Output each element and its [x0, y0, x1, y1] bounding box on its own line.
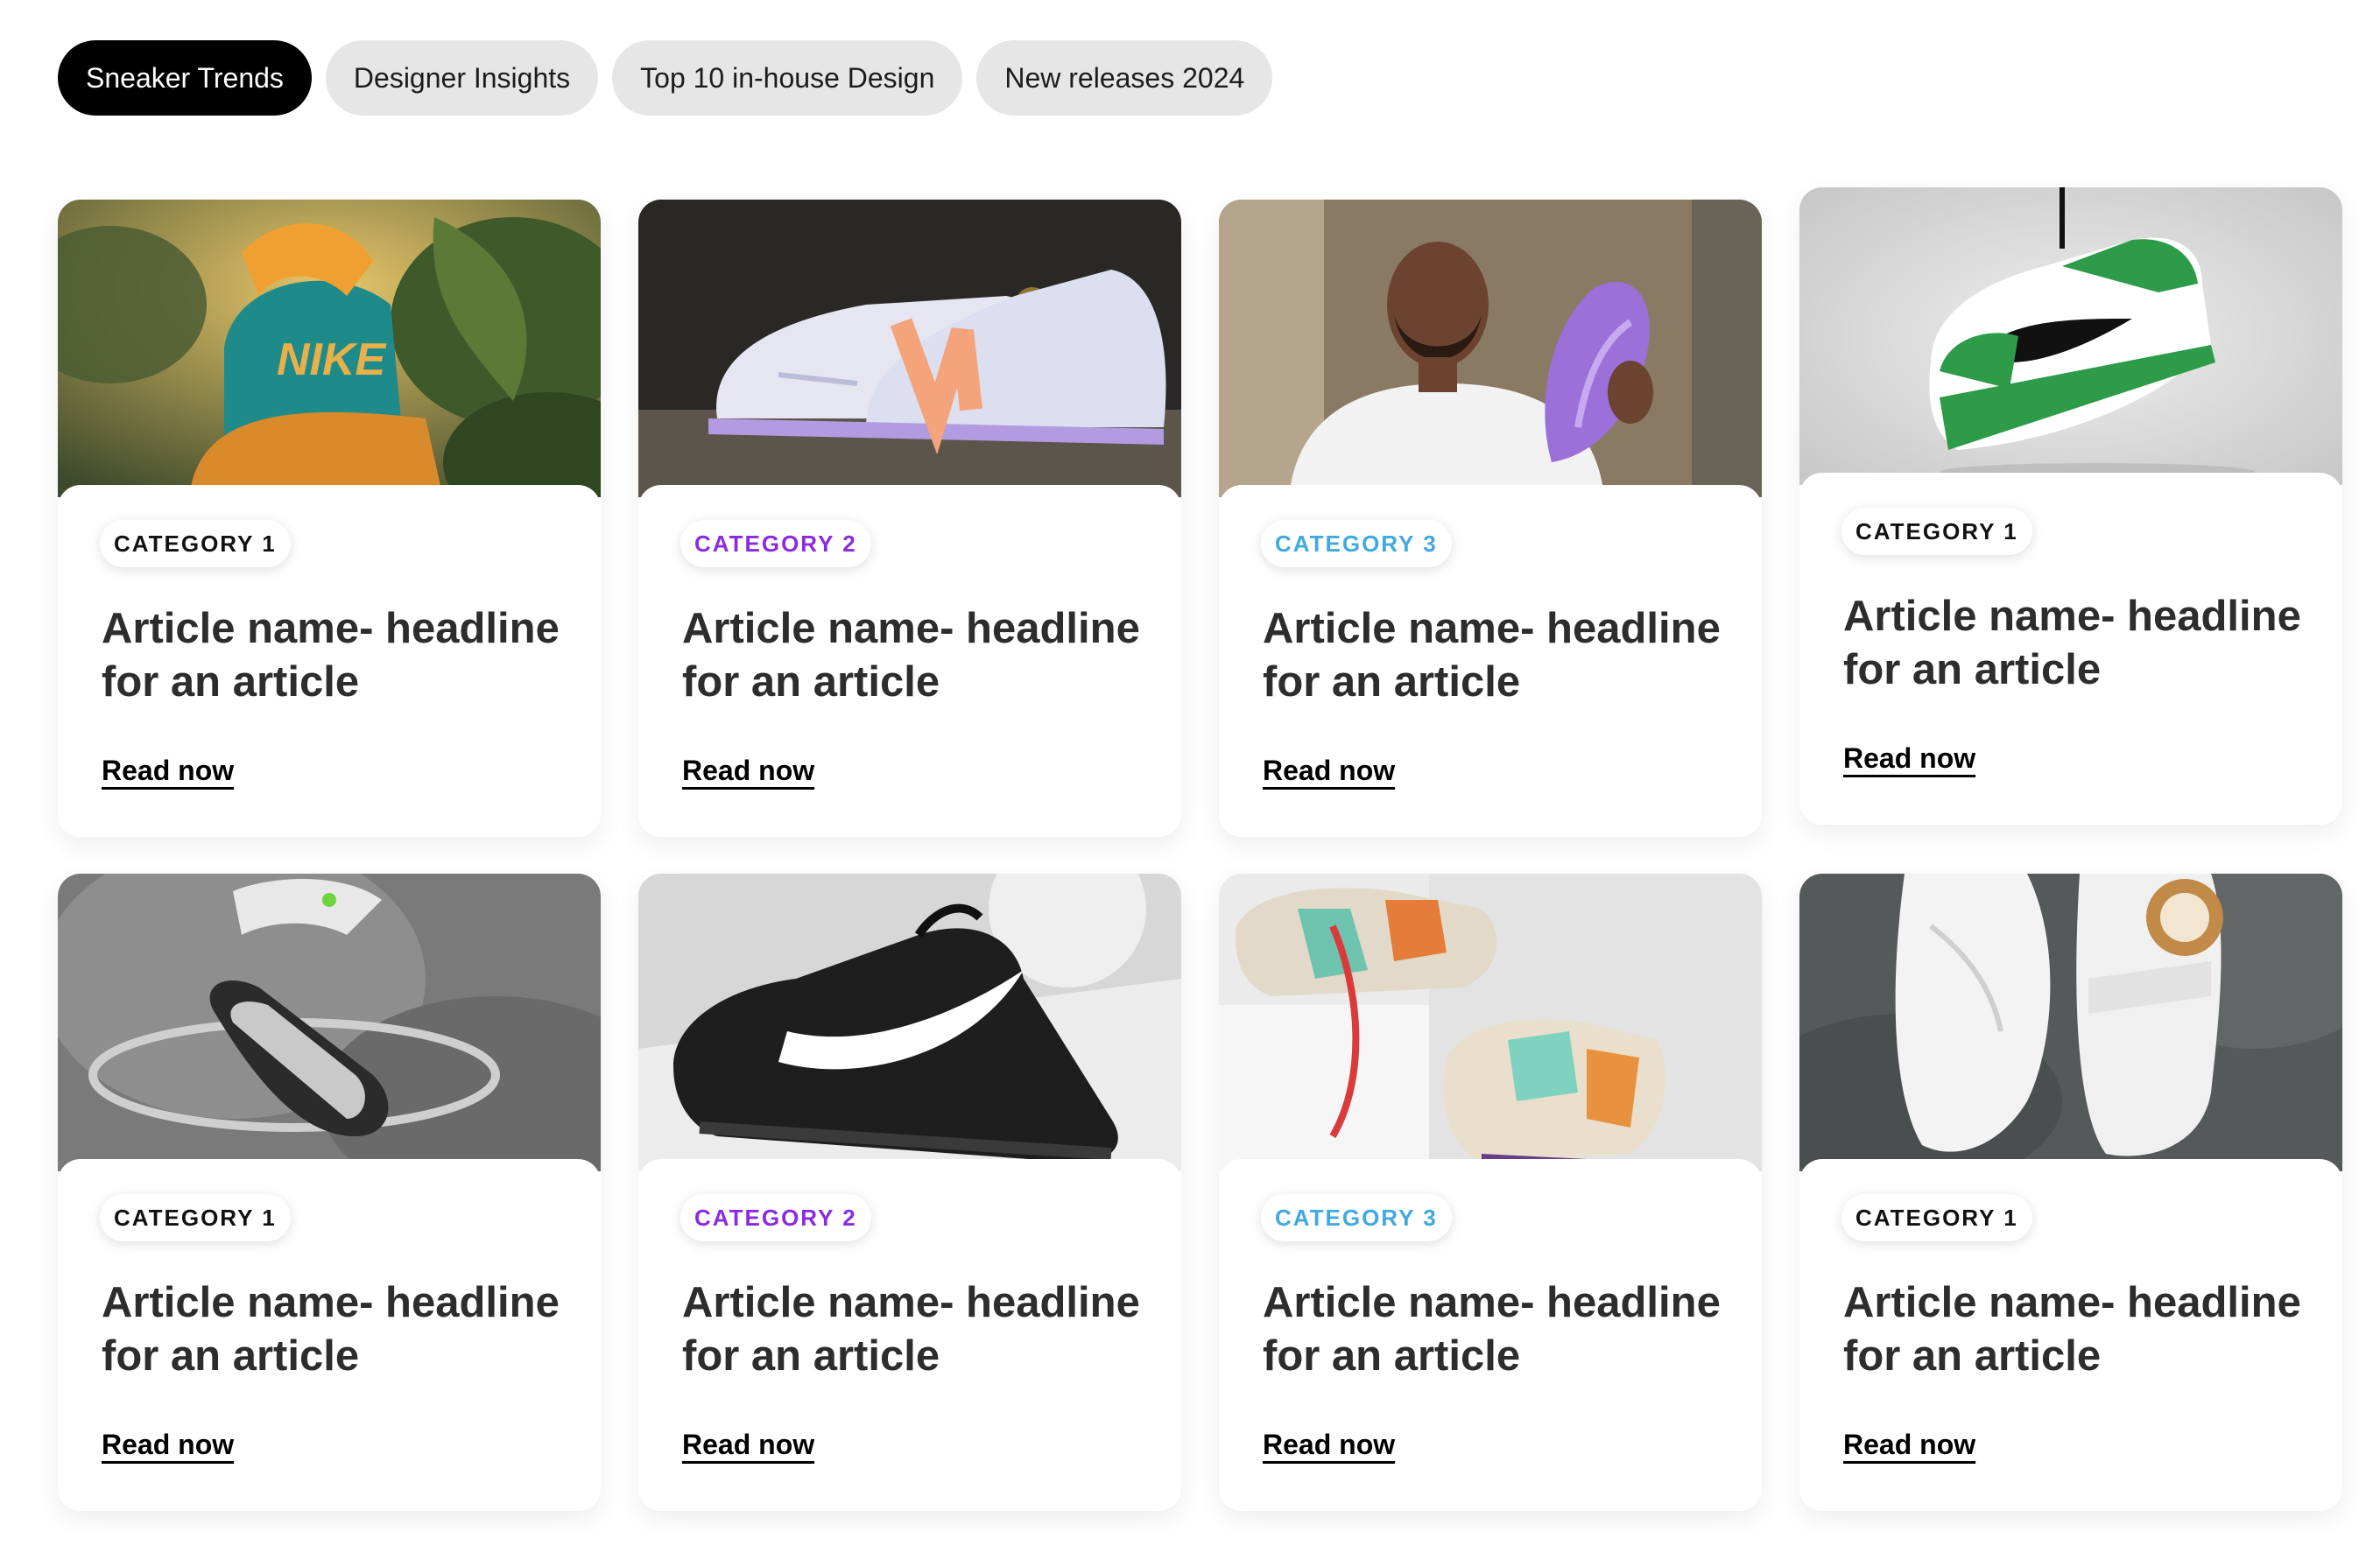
- article-card[interactable]: CATEGORY 1 Article name- headline for an…: [58, 874, 601, 1511]
- read-now-link[interactable]: Read now: [1263, 755, 1395, 787]
- read-now-link[interactable]: Read now: [102, 755, 234, 787]
- read-now-link[interactable]: Read now: [682, 1429, 814, 1461]
- category-label: CATEGORY 1: [1855, 1204, 2018, 1231]
- article-card-body: CATEGORY 2 Article name- headline for an…: [638, 1159, 1181, 1511]
- article-title: Article name- headline for an article: [1263, 1279, 1721, 1380]
- article-image: [638, 200, 1181, 497]
- article-image: [58, 874, 601, 1171]
- article-card[interactable]: CATEGORY 1 Article name- headline for an…: [1799, 187, 2342, 825]
- article-image: [638, 874, 1181, 1171]
- article-card[interactable]: CATEGORY 2 Article name- headline for an…: [638, 874, 1181, 1511]
- article-image: [1219, 200, 1762, 497]
- article-card-body: CATEGORY 1 Article name- headline for an…: [1799, 1159, 2342, 1511]
- article-card-body: CATEGORY 1 Article name- headline for an…: [58, 485, 601, 837]
- article-title: Article name- headline for an article: [682, 605, 1140, 706]
- category-label: CATEGORY 3: [1275, 1204, 1438, 1231]
- read-now-link[interactable]: Read now: [1263, 1429, 1395, 1461]
- category-badge: CATEGORY 2: [680, 1194, 871, 1241]
- read-now-link[interactable]: Read now: [682, 755, 814, 787]
- article-title: Article name- headline for an article: [682, 1279, 1140, 1380]
- article-card[interactable]: NIKE CATEGORY 1 Article name- headline f…: [58, 200, 601, 837]
- article-image: [1799, 187, 2342, 485]
- category-badge: CATEGORY 2: [680, 520, 871, 567]
- read-now-link[interactable]: Read now: [102, 1429, 234, 1461]
- article-title: Article name- headline for an article: [1843, 593, 2301, 693]
- article-title: Article name- headline for an article: [102, 1279, 560, 1380]
- category-badge: CATEGORY 1: [1841, 508, 2032, 555]
- article-card[interactable]: CATEGORY 3 Article name- headline for an…: [1219, 200, 1762, 837]
- svg-text:NIKE: NIKE: [277, 334, 387, 385]
- category-badge: CATEGORY 1: [100, 520, 291, 567]
- article-card-body: CATEGORY 2 Article name- headline for an…: [638, 485, 1181, 837]
- category-label: CATEGORY 1: [114, 530, 277, 557]
- article-card[interactable]: CATEGORY 2 Article name- headline for an…: [638, 200, 1181, 837]
- article-card-body: CATEGORY 1 Article name- headline for an…: [1799, 473, 2342, 825]
- category-badge: CATEGORY 1: [1841, 1194, 2032, 1241]
- read-now-link[interactable]: Read now: [1843, 742, 1975, 775]
- category-label: CATEGORY 3: [1275, 530, 1438, 557]
- category-badge: CATEGORY 3: [1261, 1194, 1452, 1241]
- category-label: CATEGORY 1: [1855, 517, 2018, 545]
- article-card[interactable]: CATEGORY 1 Article name- headline for an…: [1799, 874, 2342, 1511]
- article-card-body: CATEGORY 3 Article name- headline for an…: [1219, 1159, 1762, 1511]
- article-title: Article name- headline for an article: [1843, 1279, 2301, 1380]
- article-image: [1219, 874, 1762, 1171]
- article-card-body: CATEGORY 1 Article name- headline for an…: [58, 1159, 601, 1511]
- category-label: CATEGORY 1: [114, 1204, 277, 1231]
- article-title: Article name- headline for an article: [102, 605, 560, 706]
- article-card-body: CATEGORY 3 Article name- headline for an…: [1219, 485, 1762, 837]
- category-badge: CATEGORY 1: [100, 1194, 291, 1241]
- article-title: Article name- headline for an article: [1263, 605, 1721, 706]
- category-label: CATEGORY 2: [694, 530, 857, 557]
- article-grid: NIKE CATEGORY 1 Article name- headline f…: [58, 0, 2352, 1567]
- article-card[interactable]: CATEGORY 3 Article name- headline for an…: [1219, 874, 1762, 1511]
- category-badge: CATEGORY 3: [1261, 520, 1452, 567]
- article-image: [1799, 874, 2342, 1171]
- category-label: CATEGORY 2: [694, 1204, 857, 1231]
- read-now-link[interactable]: Read now: [1843, 1429, 1975, 1461]
- article-image: NIKE: [58, 200, 601, 497]
